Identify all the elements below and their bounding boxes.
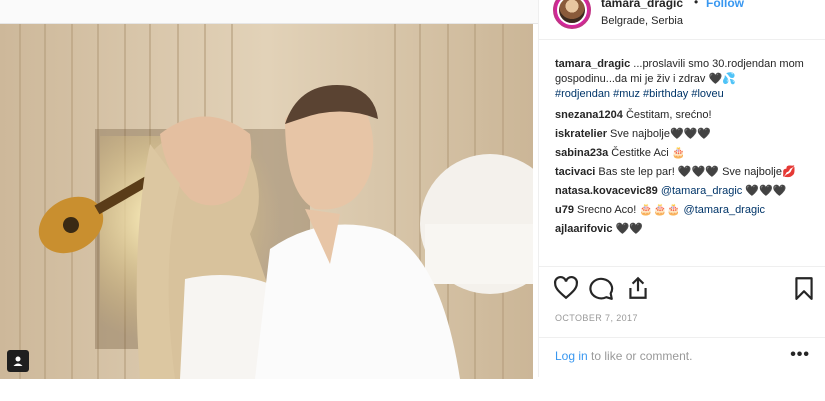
comment-username[interactable]: natasa.kovacevic89 [555,185,658,197]
follow-button[interactable]: Follow [706,0,744,10]
comment-username[interactable]: iskratelier [555,128,607,140]
avatar[interactable] [553,0,591,29]
list-item: u79 Srecno Aco! 🎂🎂🎂 @tamara_dragic [555,203,817,218]
separator-dot: • [694,0,699,9]
bookmark-icon[interactable] [791,275,817,301]
comment-text-after: 🖤🖤🖤 [742,185,787,197]
comment-username[interactable]: u79 [555,204,574,216]
list-item: snezana1204 Čestitam, srećno! [555,108,817,123]
login-link[interactable]: Log in [555,349,588,363]
share-icon[interactable] [625,275,651,301]
login-prompt-text: to like or comment. [587,349,693,363]
comment-text: Čestitke Aci 🎂 [608,147,686,159]
more-options-icon[interactable]: ••• [790,346,810,364]
comment-username[interactable]: tacivaci [555,166,595,178]
comment-username[interactable]: sabina23a [555,147,608,159]
caption-hashtags[interactable]: #rodjendan #muz #birthday #loveu [555,88,724,100]
comment-mention[interactable]: @tamara_dragic [684,204,765,216]
list-item: iskratelier Sve najbolje🖤🖤🖤 [555,127,817,142]
list-item: ajlaarifovic 🖤🖤 [555,222,817,237]
post-date: OCTOBER 7, 2017 [555,313,638,323]
heart-icon[interactable] [553,275,579,301]
avatar-image [557,0,587,25]
list-item: sabina23a Čestitke Aci 🎂 [555,146,817,161]
comment-username[interactable]: snezana1204 [555,109,623,121]
comment-text: Sve najbolje🖤🖤🖤 [606,128,712,140]
login-prompt: Log in to like or comment. [555,349,692,363]
comment-text: 🖤🖤 [612,223,643,235]
comments-list: tamara_dragic ...proslavili smo 30.rodje… [555,57,817,241]
action-bar [539,266,825,307]
comment-icon[interactable] [589,275,615,301]
post-photo[interactable] [0,24,533,379]
user-tag-icon[interactable] [7,350,29,372]
comment-username[interactable]: ajlaarifovic [555,223,612,235]
comment-text: Srecno Aco! 🎂🎂🎂 [573,204,684,216]
username-link[interactable]: tamara_dragic [601,0,683,10]
post-footer: Log in to like or comment. ••• [539,337,825,378]
list-item: natasa.kovacevic89 @tamara_dragic 🖤🖤🖤 [555,184,817,199]
location-link[interactable]: Belgrade, Serbia [601,15,683,27]
post-header: tamara_dragic • Follow Belgrade, Serbia [539,0,825,40]
comment-text: Čestitam, srećno! [622,109,712,121]
post-sidebar: tamara_dragic • Follow Belgrade, Serbia … [538,0,825,377]
caption: tamara_dragic ...proslavili smo 30.rodje… [555,57,817,102]
comment-mention[interactable]: @tamara_dragic [661,185,742,197]
photo-illustration [0,24,533,379]
comment-text: Bas ste lep par! 🖤🖤🖤 Sve najbolje💋 [595,166,796,178]
list-item: tacivaci Bas ste lep par! 🖤🖤🖤 Sve najbol… [555,165,817,180]
caption-username[interactable]: tamara_dragic [555,58,630,70]
